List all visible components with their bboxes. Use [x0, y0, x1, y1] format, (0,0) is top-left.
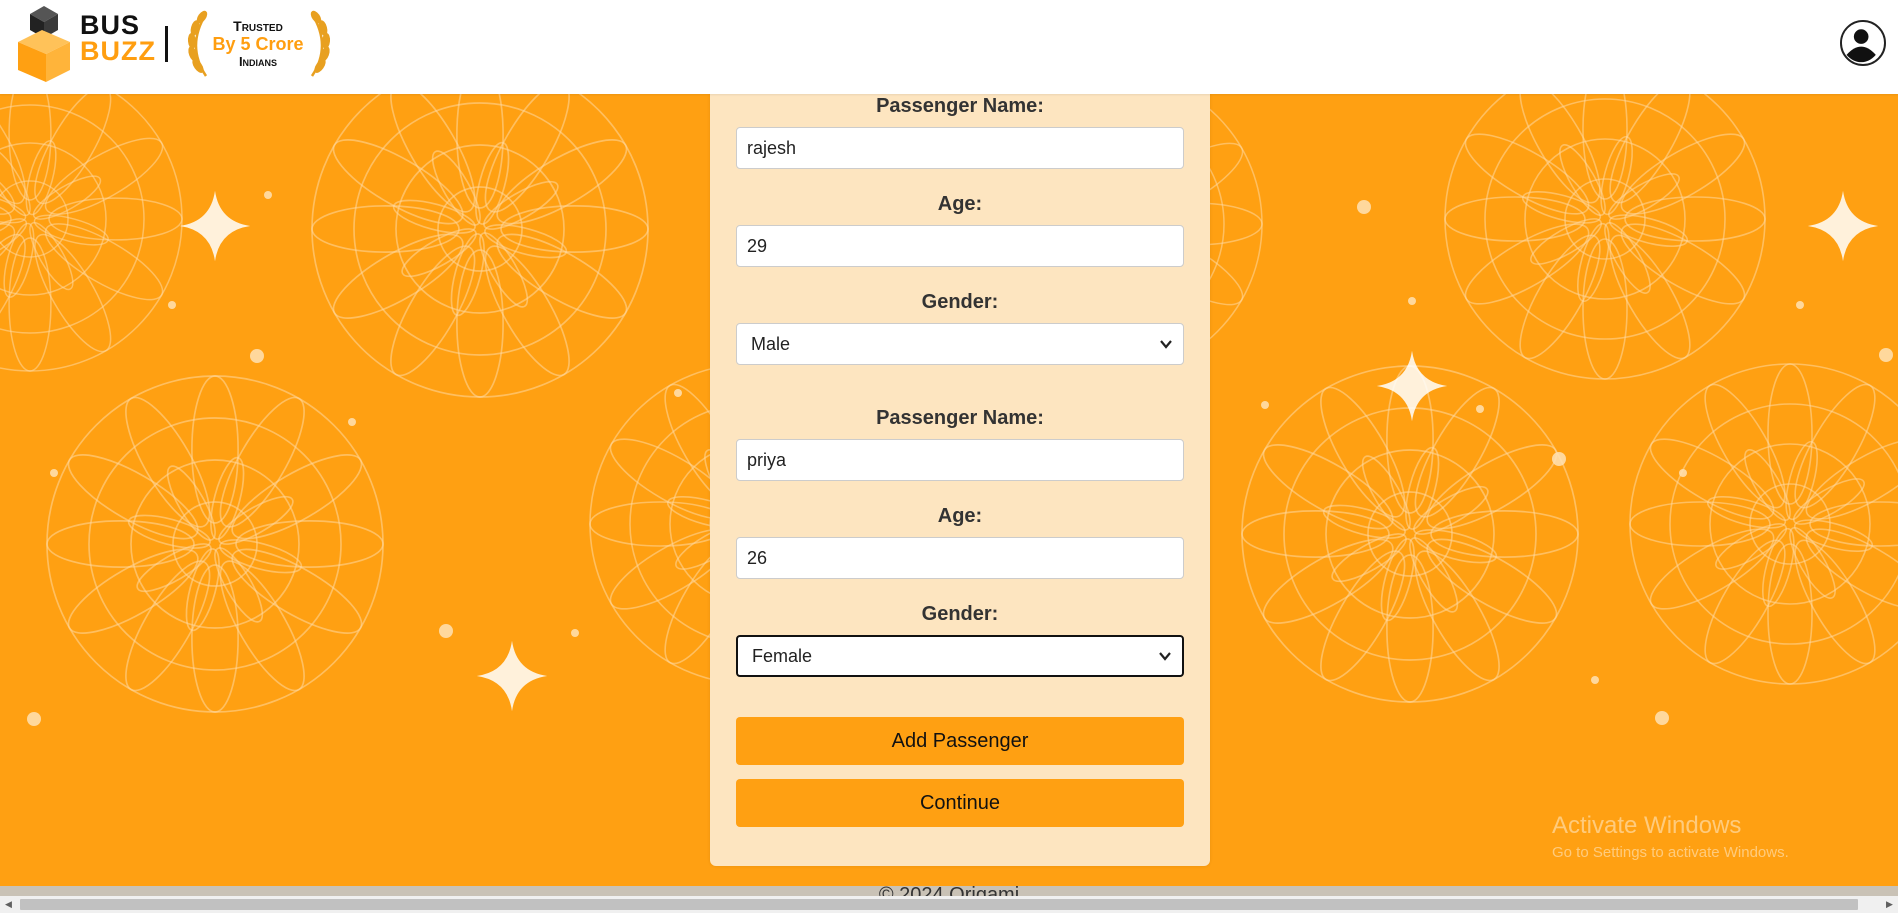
passenger-2-age-label: Age: — [937, 505, 983, 527]
trust-line-1: Trusted — [233, 18, 283, 34]
passenger-2-gender-value: Female — [752, 646, 813, 666]
trusted-badge: Trusted By 5 Crore Indians — [208, 17, 308, 71]
passenger-1-gender-label: Gender: — [921, 291, 999, 313]
passenger-1-name-label: Passenger Name: — [876, 95, 1044, 117]
scroll-right-arrow-icon[interactable]: ▶ — [1881, 896, 1898, 913]
passenger-2-age-input[interactable]: 26 — [736, 537, 1184, 579]
continue-button[interactable]: Continue — [736, 779, 1184, 827]
passenger-1-gender-value: Male — [751, 334, 791, 354]
brand-line-1: BUS — [80, 10, 141, 40]
activate-windows-watermark: Activate Windows Go to Settings to activ… — [1552, 812, 1789, 861]
chevron-down-icon — [1160, 340, 1172, 349]
passenger-2-gender-label: Gender: — [921, 603, 999, 625]
user-avatar-icon — [1842, 22, 1881, 63]
passenger-1-age-label: Age: — [937, 193, 983, 215]
watermark-line-1: Activate Windows — [1552, 812, 1742, 839]
user-avatar-button[interactable] — [1840, 20, 1886, 66]
trust-line-3: Indians — [238, 54, 278, 69]
passenger-1-gender-select[interactable]: Male — [736, 323, 1184, 365]
chevron-down-icon — [1159, 652, 1171, 661]
passenger-2-gender-select[interactable]: Female — [736, 635, 1184, 677]
scroll-left-arrow-icon[interactable]: ◀ — [0, 896, 17, 913]
brand-name: BUS BUZZ — [80, 10, 156, 66]
passenger-2-name-input[interactable]: priya — [736, 439, 1184, 481]
passenger-form-card: Passenger Name: rajesh Age: 29 Gender: M… — [710, 94, 1210, 866]
passenger-1-age-input[interactable]: 29 — [736, 225, 1184, 267]
passenger-1-name-input[interactable]: rajesh — [736, 127, 1184, 169]
add-passenger-button[interactable]: Add Passenger — [736, 717, 1184, 765]
passenger-2-name-label: Passenger Name: — [876, 407, 1044, 429]
header-divider — [165, 26, 168, 62]
site-header: BUS BUZZ Trusted By 5 Crore Indians — [0, 0, 1898, 94]
horizontal-scrollbar[interactable]: ◀ ▶ — [0, 896, 1898, 913]
trust-line-2: By 5 Crore — [212, 34, 304, 54]
bus-buzz-logo-icon[interactable] — [16, 4, 74, 84]
brand-line-2: BUZZ — [80, 36, 156, 66]
scrollbar-thumb[interactable] — [20, 899, 1858, 910]
watermark-line-2: Go to Settings to activate Windows. — [1552, 844, 1789, 861]
